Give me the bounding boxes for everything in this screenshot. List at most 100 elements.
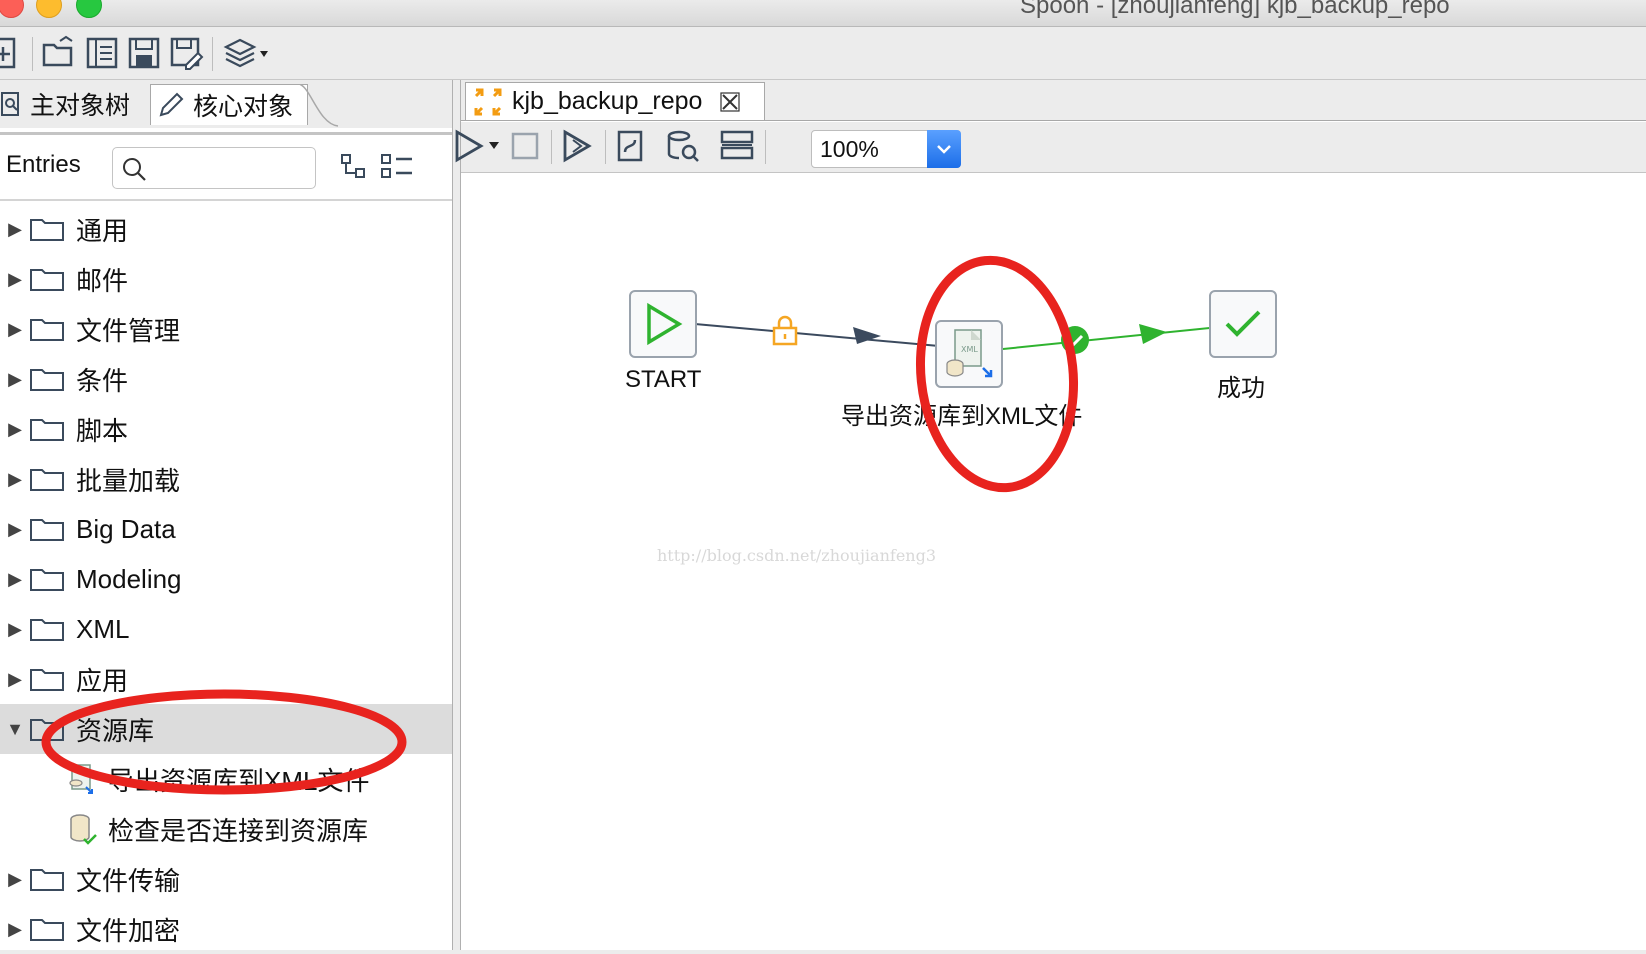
folder-icon	[30, 519, 64, 541]
tab-label: kjb_backup_repo	[512, 87, 703, 115]
tree-folder-modeling[interactable]: ▶ Modeling	[0, 554, 452, 604]
folder-icon	[30, 219, 64, 241]
folder-icon	[30, 719, 64, 741]
zoom-select[interactable]: 100%	[811, 130, 961, 168]
tree-folder-xml[interactable]: ▶ XML	[0, 604, 452, 654]
expand-arrow-icon[interactable]: ▶	[0, 669, 30, 690]
tree-folder-mail[interactable]: ▶ 邮件	[0, 254, 452, 304]
tree-folder-label: 文件加密	[76, 915, 181, 946]
expand-all-icon[interactable]	[380, 153, 414, 181]
tab-main-tree[interactable]: 主对象树	[0, 84, 150, 124]
run-icon[interactable]	[451, 128, 487, 164]
database-check-icon	[70, 814, 97, 845]
tree-entry-check-repository-connection[interactable]: 检查是否连接到资源库	[0, 804, 452, 854]
tab-kjb-backup-repo[interactable]: kjb_backup_repo	[465, 82, 765, 120]
save-icon[interactable]	[126, 35, 162, 71]
tree-folder-utility[interactable]: ▶ 应用	[0, 654, 452, 704]
open-file-icon[interactable]	[40, 35, 76, 71]
editor-tabs: kjb_backup_repo	[461, 80, 1646, 121]
tab-core-objects-label: 核心对象	[193, 93, 294, 121]
tree-folder-label: 批量加载	[76, 465, 181, 496]
tree-folder-label: 脚本	[76, 415, 129, 446]
node-export-label: 导出资源库到XML文件	[841, 403, 1083, 430]
expand-arrow-icon[interactable]: ▶	[0, 919, 30, 940]
expand-arrow-icon[interactable]: ▶	[0, 869, 30, 890]
expand-arrow-icon[interactable]: ▶	[0, 219, 30, 240]
collapse-arrow-icon[interactable]: ▼	[0, 719, 30, 740]
folder-icon	[30, 369, 64, 391]
replay-icon[interactable]	[613, 128, 649, 164]
tree-folder-big-data[interactable]: ▶ Big Data	[0, 504, 452, 554]
expand-arrow-icon[interactable]: ▶	[0, 269, 30, 290]
expand-arrow-icon[interactable]: ▶	[0, 419, 30, 440]
watermark: http://blog.csdn.net/zhoujianfeng3	[657, 546, 937, 565]
layers-perspective-icon[interactable]	[222, 35, 272, 71]
expand-arrow-icon[interactable]: ▶	[0, 519, 30, 540]
chevron-down-icon	[937, 145, 951, 154]
node-success-label: 成功	[1217, 375, 1265, 402]
tree-folder-label: 文件传输	[76, 865, 181, 896]
folder-icon	[30, 469, 64, 491]
tree-folder-label: 邮件	[76, 265, 129, 296]
zoom-value: 100%	[820, 135, 879, 162]
tree-folder-scripting[interactable]: ▶ 脚本	[0, 404, 452, 454]
folder-icon	[30, 669, 64, 691]
run-dropdown-icon[interactable]	[487, 140, 501, 152]
zoom-window-button[interactable]	[76, 0, 102, 18]
tree-entry-export-repository-xml[interactable]: 导出资源库到XML文件	[0, 754, 452, 804]
new-file-icon[interactable]	[0, 35, 22, 71]
node-success[interactable]	[1209, 290, 1277, 358]
tree-folder-label: Modeling	[76, 563, 182, 594]
expand-arrow-icon[interactable]: ▶	[0, 569, 30, 590]
folder-icon	[30, 619, 64, 641]
sql-check-icon[interactable]	[665, 128, 701, 164]
tree-folder-label: 文件管理	[76, 315, 181, 346]
expand-arrow-icon[interactable]: ▶	[0, 469, 30, 490]
main-toolbar	[0, 27, 1646, 80]
job-editor: kjb_backup_repo 100% START XML 导出资源库到XML…	[455, 80, 1646, 950]
explore-repository-icon[interactable]	[84, 35, 120, 71]
tree-folder-label: 应用	[76, 665, 129, 696]
play-icon	[647, 302, 683, 346]
svg-text:XML: XML	[961, 345, 978, 354]
preview-run-icon[interactable]	[559, 128, 595, 164]
minimize-window-button[interactable]	[36, 0, 62, 18]
entries-header: Entries	[0, 132, 452, 201]
tree-folder-file-management[interactable]: ▶ 文件管理	[0, 304, 452, 354]
search-icon	[123, 158, 146, 181]
close-window-button[interactable]	[0, 0, 24, 18]
left-panel: 主对象树 核心对象 Entries ▶ 通用 ▶ 邮件 ▶ 文件管理 ▶ 条件 …	[0, 80, 453, 950]
tree-folder-file-encryption[interactable]: ▶ 文件加密	[0, 904, 452, 954]
entries-tree: ▶ 通用 ▶ 邮件 ▶ 文件管理 ▶ 条件 ▶ 脚本 ▶ 批量加载 ▶ Big …	[0, 204, 452, 954]
tab-slant	[298, 84, 339, 127]
stop-icon[interactable]	[509, 130, 541, 162]
tree-folder-label: 条件	[76, 365, 129, 396]
node-start[interactable]	[629, 290, 697, 358]
tree-folder-conditions[interactable]: ▶ 条件	[0, 354, 452, 404]
expand-arrow-icon[interactable]: ▶	[0, 369, 30, 390]
tree-folder-general[interactable]: ▶ 通用	[0, 204, 452, 254]
pencil-icon	[159, 92, 184, 117]
job-icon	[474, 88, 502, 115]
expand-arrow-icon[interactable]: ▶	[0, 319, 30, 340]
folder-icon	[30, 919, 64, 941]
align-layout-icon[interactable]	[719, 128, 755, 164]
tree-folder-bulk-loading[interactable]: ▶ 批量加载	[0, 454, 452, 504]
xml-export-icon	[69, 764, 93, 794]
collapse-all-icon[interactable]	[340, 153, 370, 181]
node-start-label: START	[625, 366, 702, 393]
tree-entry-label: 检查是否连接到资源库	[108, 815, 369, 846]
expand-arrow-icon[interactable]: ▶	[0, 619, 30, 640]
tab-main-tree-label: 主对象树	[30, 92, 131, 120]
save-as-icon[interactable]	[168, 35, 204, 71]
close-tab-icon[interactable]	[718, 90, 742, 114]
entries-label: Entries	[6, 151, 81, 178]
tree-folder-repository[interactable]: ▼ 资源库	[0, 704, 452, 754]
tab-core-objects[interactable]: 核心对象	[150, 84, 308, 125]
job-canvas[interactable]: START XML 导出资源库到XML文件 成功 http://blog.csd…	[461, 174, 1646, 950]
tree-folder-file-transfer[interactable]: ▶ 文件传输	[0, 854, 452, 904]
zoom-dropdown-button[interactable]	[927, 130, 961, 168]
search-input[interactable]	[112, 147, 316, 189]
node-export-repository-xml[interactable]: XML	[935, 320, 1003, 388]
folder-icon	[30, 269, 64, 291]
